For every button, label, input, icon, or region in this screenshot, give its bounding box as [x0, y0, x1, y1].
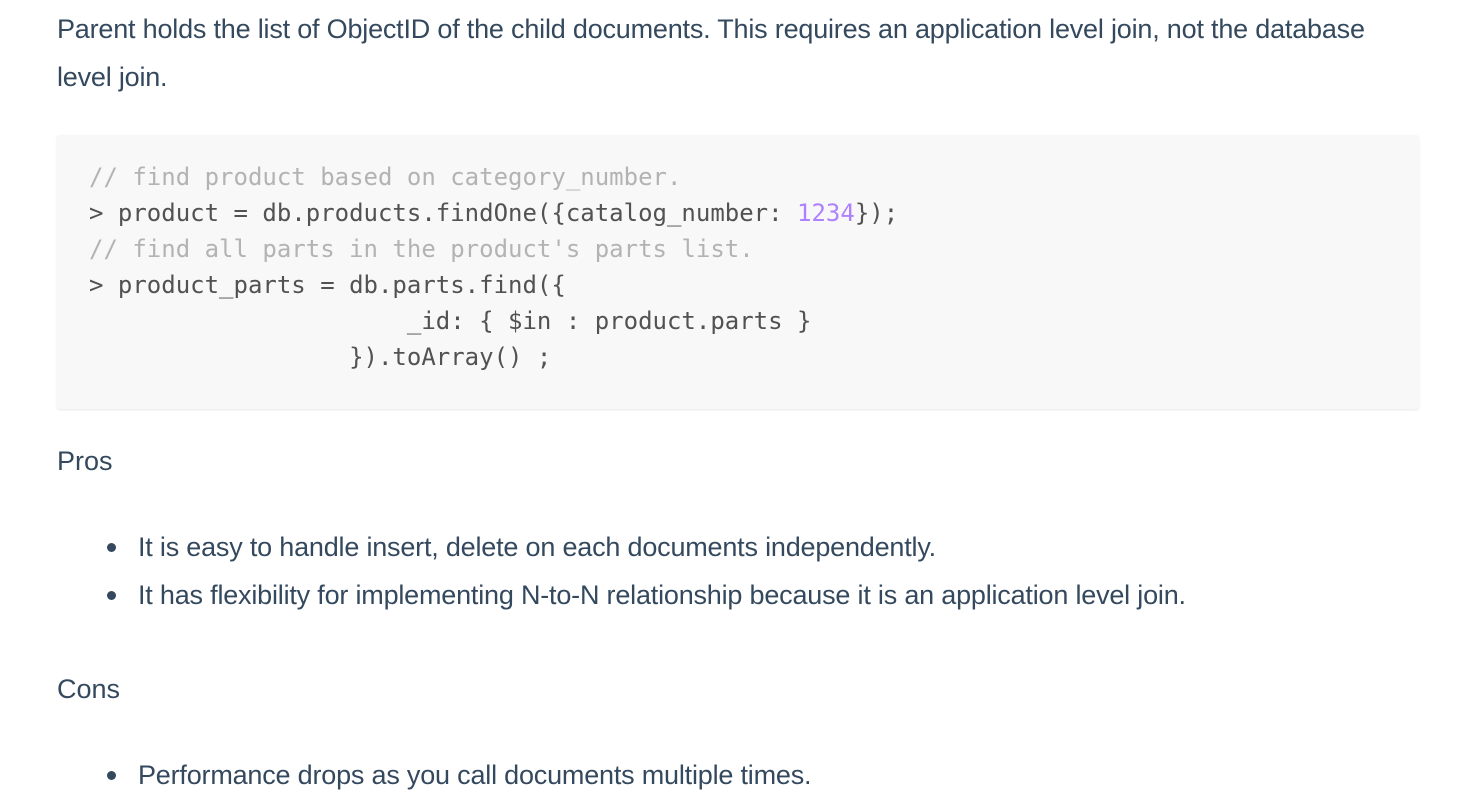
bullet-icon: [107, 543, 116, 552]
code-line: });: [854, 199, 899, 227]
code-block[interactable]: // find product based on category_number…: [57, 135, 1419, 409]
code-number: 1234: [797, 199, 855, 227]
list-item: Performance drops as you call documents …: [107, 751, 1419, 799]
code-line: }).toArray() ;: [89, 343, 552, 371]
list-item-text: Performance drops as you call documents …: [138, 760, 812, 790]
code-line: _id: { $in : product.parts }: [89, 307, 812, 335]
pros-list: It is easy to handle insert, delete on e…: [57, 523, 1419, 619]
list-item: It is easy to handle insert, delete on e…: [107, 523, 1419, 571]
code-line: > product = db.products.findOne({catalog…: [89, 199, 798, 227]
list-item-text: It has flexibility for implementing N-to…: [138, 580, 1186, 610]
code-text[interactable]: // find product based on category_number…: [89, 159, 1387, 375]
code-comment: // find all parts in the product's parts…: [89, 235, 754, 263]
list-item-text: It is easy to handle insert, delete on e…: [138, 532, 936, 562]
pros-heading: Pros: [57, 446, 113, 476]
intro-paragraph: Parent holds the list of ObjectID of the…: [57, 14, 1365, 92]
code-line: > product_parts = db.parts.find({: [89, 271, 566, 299]
code-comment: // find product based on category_number…: [89, 163, 682, 191]
bullet-icon: [107, 591, 116, 600]
article-content: Parent holds the list of ObjectID of the…: [57, 0, 1419, 799]
cons-heading: Cons: [57, 674, 121, 704]
bullet-icon: [107, 771, 116, 780]
cons-list: Performance drops as you call documents …: [57, 751, 1419, 799]
list-item: It has flexibility for implementing N-to…: [107, 571, 1419, 619]
